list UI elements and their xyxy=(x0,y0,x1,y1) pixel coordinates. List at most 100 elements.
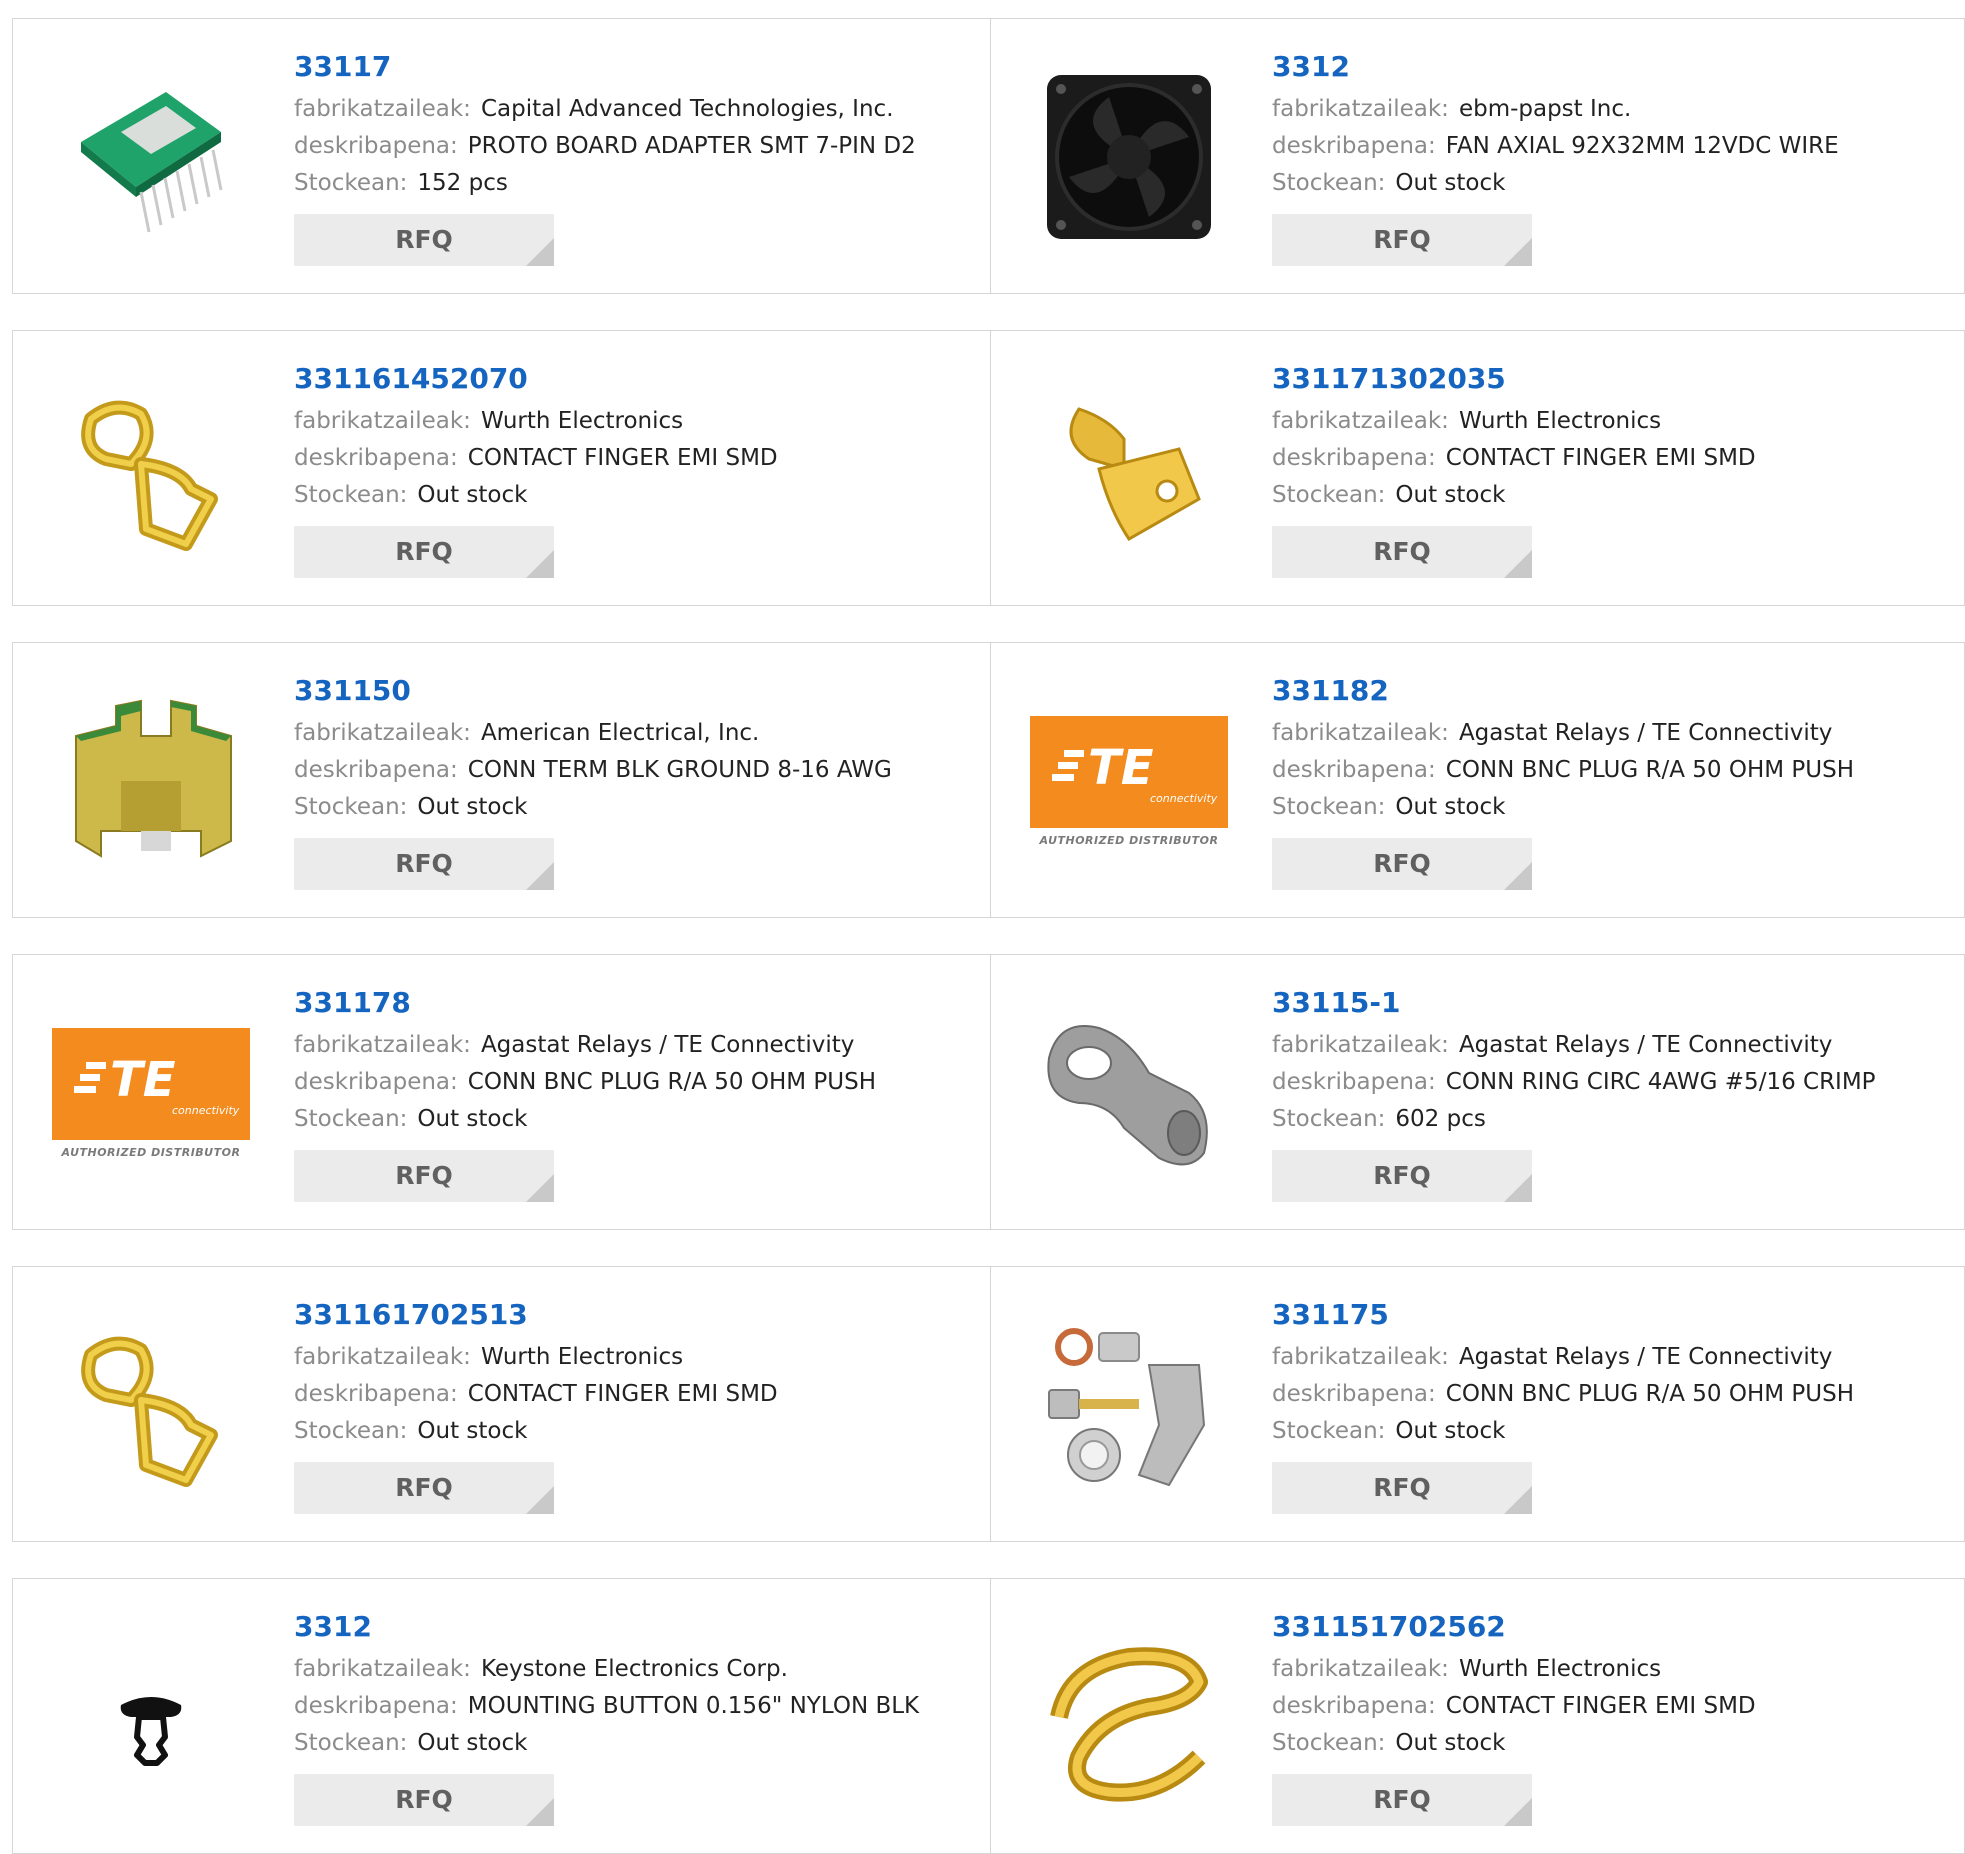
contact-finger-icon[interactable] xyxy=(1031,1619,1227,1815)
manufacturer-row: fabrikatzaileak: Agastat Relays / TE Conn… xyxy=(1272,1339,1954,1376)
rfq-label: RFQ xyxy=(395,1785,453,1814)
part-number-link[interactable]: 3312 xyxy=(294,1609,980,1645)
rfq-button[interactable]: RFQ xyxy=(294,838,554,890)
product-card: 331161452070 fabrikatzaileak: Wurth Elect… xyxy=(12,330,990,606)
product-info: 331171302035 fabrikatzaileak: Wurth Elect… xyxy=(1272,361,1954,578)
stock-label: Stockean: xyxy=(1272,1730,1386,1756)
part-number-link[interactable]: 3312 xyxy=(1272,49,1954,85)
rfq-button[interactable]: RFQ xyxy=(1272,1774,1532,1826)
description-label: deskribapena: xyxy=(1272,1381,1436,1407)
manufacturer-row: fabrikatzaileak: Keystone Electronics Cor… xyxy=(294,1651,980,1688)
part-number-link[interactable]: 331150 xyxy=(294,673,980,709)
product-card: 331171302035 fabrikatzaileak: Wurth Elect… xyxy=(990,330,1965,606)
manufacturer-label: fabrikatzaileak: xyxy=(1272,96,1449,122)
description-value: MOUNTING BUTTON 0.156" NYLON BLK xyxy=(467,1693,920,1719)
description-label: deskribapena: xyxy=(1272,1069,1436,1095)
corner-triangle xyxy=(1504,550,1532,578)
description-label: deskribapena: xyxy=(1272,757,1436,783)
te-logo: TE connectivity AUTHORIZED DISTRIBUTOR xyxy=(52,1027,250,1159)
manufacturer-label: fabrikatzaileak: xyxy=(294,1344,471,1370)
stock-label: Stockean: xyxy=(294,1730,408,1756)
part-number-link[interactable]: 331151702562 xyxy=(1272,1609,1954,1645)
part-number-link[interactable]: 33117 xyxy=(294,49,980,85)
description-value: PROTO BOARD ADAPTER SMT 7-PIN D2 xyxy=(467,133,916,159)
rfq-button[interactable]: RFQ xyxy=(294,526,554,578)
description-row: deskribapena: CONN RING CIRC 4AWG #5/16 C… xyxy=(1272,1064,1954,1101)
manufacturer-row: fabrikatzaileak: Wurth Electronics xyxy=(1272,403,1954,440)
rfq-button[interactable]: RFQ xyxy=(1272,1150,1532,1202)
description-label: deskribapena: xyxy=(294,133,458,159)
ring-terminal-icon[interactable] xyxy=(1031,995,1227,1191)
te-logo-icon[interactable]: TE connectivity AUTHORIZED DISTRIBUTOR xyxy=(52,995,250,1191)
contact-finger-icon[interactable] xyxy=(53,1307,249,1503)
rfq-button[interactable]: RFQ xyxy=(1272,526,1532,578)
part-number-link[interactable]: 33115-1 xyxy=(1272,985,1954,1021)
bnc-plug-icon[interactable] xyxy=(1031,1307,1227,1503)
stock-row: Stockean: Out stock xyxy=(294,1413,980,1450)
contact-finger-icon[interactable] xyxy=(53,371,249,567)
description-row: deskribapena: FAN AXIAL 92X32MM 12VDC WIR… xyxy=(1272,128,1954,165)
product-grid: 33117 fabrikatzaileak: Capital Advanced T… xyxy=(12,18,1965,1854)
rfq-button[interactable]: RFQ xyxy=(294,214,554,266)
manufacturer-label: fabrikatzaileak: xyxy=(294,1032,471,1058)
part-number-link[interactable]: 331161452070 xyxy=(294,361,980,397)
manufacturer-value: Agastat Relays / TE Connectivity xyxy=(1458,1032,1833,1058)
description-row: deskribapena: CONN BNC PLUG R/A 50 OHM PU… xyxy=(294,1064,980,1101)
te-logo-icon[interactable]: TE connectivity AUTHORIZED DISTRIBUTOR xyxy=(1030,683,1228,879)
description-row: deskribapena: CONTACT FINGER EMI SMD xyxy=(1272,440,1954,477)
product-card: TE connectivity AUTHORIZED DISTRIBUTOR 3… xyxy=(990,642,1965,918)
stock-value: Out stock xyxy=(417,1418,528,1444)
rfq-button[interactable]: RFQ xyxy=(1272,1462,1532,1514)
manufacturer-label: fabrikatzaileak: xyxy=(1272,1656,1449,1682)
rfq-button[interactable]: RFQ xyxy=(294,1774,554,1826)
rfq-label: RFQ xyxy=(1373,225,1431,254)
stock-value: Out stock xyxy=(1395,1418,1506,1444)
rfq-button[interactable]: RFQ xyxy=(294,1462,554,1514)
description-value: CONTACT FINGER EMI SMD xyxy=(467,445,778,471)
rfq-button[interactable]: RFQ xyxy=(1272,838,1532,890)
stock-row: Stockean: Out stock xyxy=(294,477,980,514)
contact-finger-icon[interactable] xyxy=(1031,371,1227,567)
product-card: 331151702562 fabrikatzaileak: Wurth Elect… xyxy=(990,1578,1965,1854)
product-info: 33115-1 fabrikatzaileak: Agastat Relays /… xyxy=(1272,985,1954,1202)
stock-row: Stockean: 602 pcs xyxy=(1272,1101,1954,1138)
manufacturer-label: fabrikatzaileak: xyxy=(1272,720,1449,746)
part-number-link[interactable]: 331175 xyxy=(1272,1297,1954,1333)
rfq-button[interactable]: RFQ xyxy=(294,1150,554,1202)
part-number-link[interactable]: 331161702513 xyxy=(294,1297,980,1333)
stock-label: Stockean: xyxy=(294,794,408,820)
corner-triangle xyxy=(1504,862,1532,890)
description-label: deskribapena: xyxy=(294,1693,458,1719)
axial-fan-icon[interactable] xyxy=(1031,59,1227,255)
rfq-label: RFQ xyxy=(1373,537,1431,566)
description-row: deskribapena: CONN BNC PLUG R/A 50 OHM PU… xyxy=(1272,1376,1954,1413)
rfq-label: RFQ xyxy=(1373,1785,1431,1814)
terminal-block-icon[interactable] xyxy=(53,683,249,879)
corner-triangle xyxy=(1504,1486,1532,1514)
manufacturer-value: Wurth Electronics xyxy=(480,408,684,434)
description-row: deskribapena: CONN BNC PLUG R/A 50 OHM PU… xyxy=(1272,752,1954,789)
stock-value: Out stock xyxy=(417,482,528,508)
te-logo: TE connectivity AUTHORIZED DISTRIBUTOR xyxy=(1030,715,1228,847)
stock-row: Stockean: Out stock xyxy=(294,789,980,826)
manufacturer-row: fabrikatzaileak: Agastat Relays / TE Conn… xyxy=(294,1027,980,1064)
product-info: 331178 fabrikatzaileak: Agastat Relays / … xyxy=(294,985,980,1202)
description-value: CONN RING CIRC 4AWG #5/16 CRIMP xyxy=(1445,1069,1876,1095)
manufacturer-label: fabrikatzaileak: xyxy=(294,408,471,434)
rfq-label: RFQ xyxy=(1373,1473,1431,1502)
product-info: 3312 fabrikatzaileak: Keystone Electronic… xyxy=(294,1609,980,1826)
manufacturer-row: fabrikatzaileak: Capital Advanced Technol… xyxy=(294,91,980,128)
description-label: deskribapena: xyxy=(1272,445,1436,471)
stock-value: 152 pcs xyxy=(417,170,508,196)
part-number-link[interactable]: 331171302035 xyxy=(1272,361,1954,397)
manufacturer-label: fabrikatzaileak: xyxy=(1272,408,1449,434)
product-card: 33115-1 fabrikatzaileak: Agastat Relays /… xyxy=(990,954,1965,1230)
pcb-adapter-icon[interactable] xyxy=(53,59,249,255)
rfq-button[interactable]: RFQ xyxy=(1272,214,1532,266)
part-number-link[interactable]: 331182 xyxy=(1272,673,1954,709)
product-info: 331150 fabrikatzaileak: American Electric… xyxy=(294,673,980,890)
product-info: 331151702562 fabrikatzaileak: Wurth Elect… xyxy=(1272,1609,1954,1826)
description-row: deskribapena: PROTO BOARD ADAPTER SMT 7-P… xyxy=(294,128,980,165)
mounting-button-icon[interactable] xyxy=(53,1619,249,1815)
part-number-link[interactable]: 331178 xyxy=(294,985,980,1021)
